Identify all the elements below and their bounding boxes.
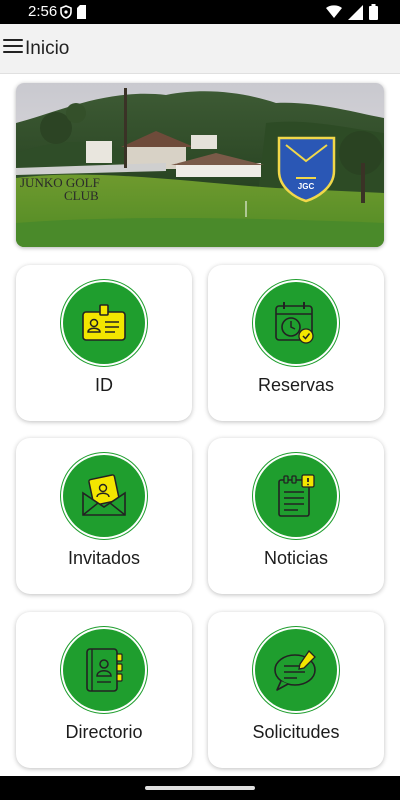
tile-label-solicitudes: Solicitudes: [252, 722, 340, 742]
news-notepad-icon: [255, 455, 337, 537]
tile-noticias[interactable]: Noticias: [208, 438, 384, 594]
crest-letters: JGC: [298, 182, 315, 191]
sd-card-icon: [76, 5, 87, 24]
status-bar: 2:56: [0, 0, 400, 24]
id-card-icon: [63, 282, 145, 364]
status-time: 2:56: [28, 3, 58, 20]
tile-label-invitados: Invitados: [67, 548, 141, 568]
tile-label-id: ID: [95, 375, 113, 395]
tile-label-noticias: Noticias: [263, 548, 329, 568]
tile-invitados[interactable]: Invitados: [16, 438, 192, 594]
tile-id[interactable]: ID: [16, 265, 192, 421]
app-bar: Inicio: [0, 24, 400, 74]
tile-solicitudes[interactable]: Solicitudes: [208, 612, 384, 768]
contact-book-icon: [63, 629, 145, 711]
tile-reservas[interactable]: Reservas: [208, 265, 384, 421]
banner-sign-line2: CLUB: [64, 188, 99, 203]
tile-directorio[interactable]: Directorio: [16, 612, 192, 768]
tile-label-reservas: Reservas: [257, 375, 335, 395]
signal-icon: [348, 4, 363, 25]
wifi-icon: [326, 5, 342, 24]
home-gesture-handle[interactable]: [145, 786, 255, 790]
system-navigation-bar: [0, 776, 400, 800]
invitation-envelope-icon: [63, 455, 145, 537]
club-banner-image: JUNKO GOLF CLUB JGC: [16, 83, 384, 247]
battery-icon: [369, 4, 378, 25]
tile-label-directorio: Directorio: [65, 722, 143, 742]
chat-request-icon: [255, 629, 337, 711]
hamburger-menu-icon[interactable]: [3, 39, 23, 57]
page-title: Inicio: [25, 38, 70, 59]
calendar-clock-icon: [255, 282, 337, 364]
shield-icon: [60, 5, 72, 24]
